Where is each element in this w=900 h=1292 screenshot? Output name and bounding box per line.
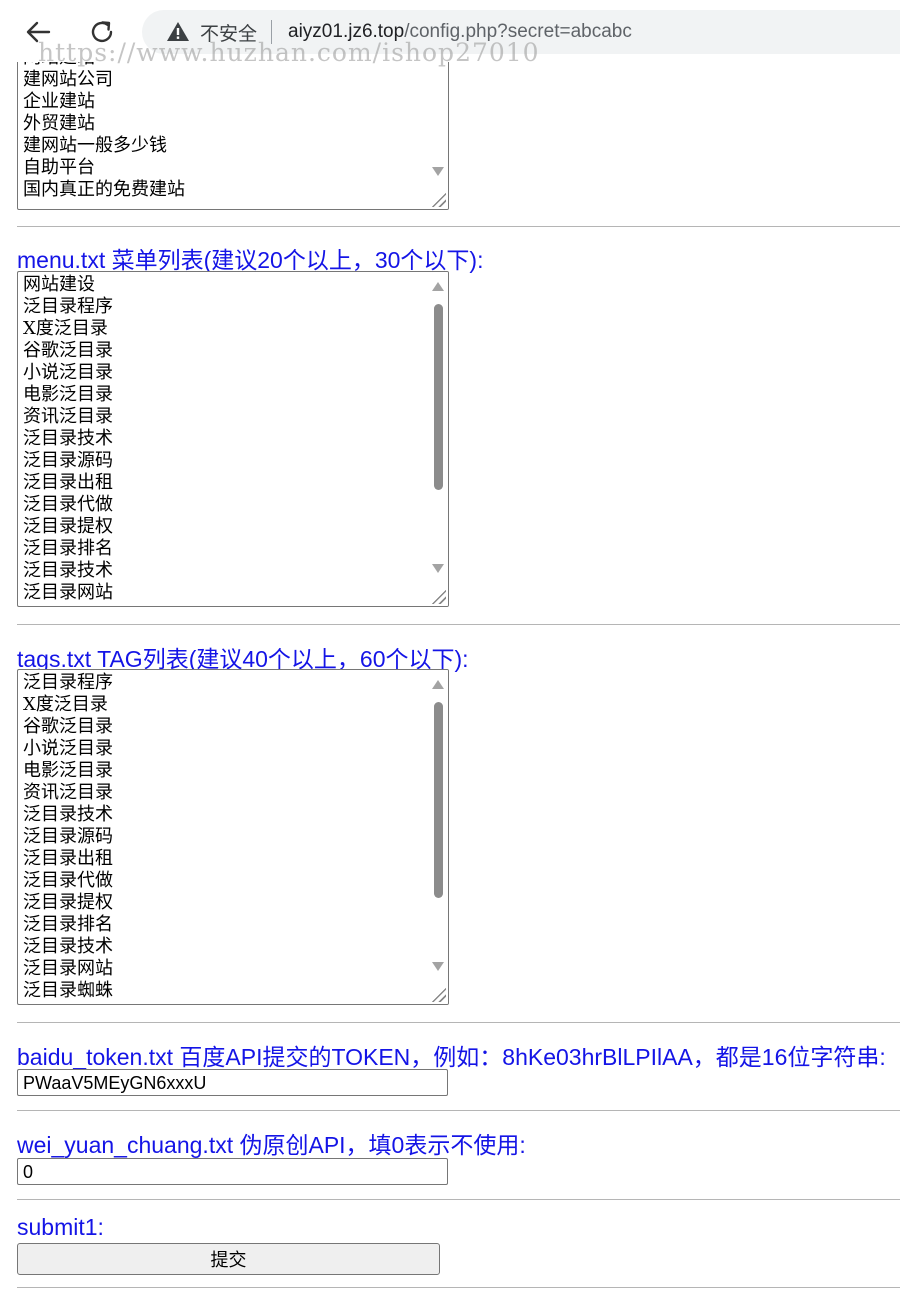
tags-textarea[interactable]: 泛目录程序 X度泛目录 谷歌泛目录 小说泛目录 电影泛目录 资讯泛目录 泛目录技术 泛目录源码… [17,669,449,1005]
textarea-line: 小说泛目录 [23,738,113,759]
scroll-up-arrow-icon[interactable] [432,282,444,291]
textarea-line: 国内真正的免费建站 [23,179,185,200]
menu-textarea[interactable]: 网站建设 泛目录程序 X度泛目录 谷歌泛目录 小说泛目录 电影泛目录 资讯泛目录 泛目录技术泛… [17,271,449,607]
textarea-line: 建网站一般多少钱 [23,135,167,156]
scroll-thumb[interactable] [434,702,443,898]
keywords-textarea[interactable]: 网站建站 建网站公司 企业建站 外贸建站 建网站一般多少钱 自助平台 国内真正的免费建站 [17,56,449,210]
textarea-line: 企业建站 [23,91,95,112]
divider [17,1110,900,1111]
textarea-line: 泛目录代做 [23,870,113,891]
textarea-line: 电影泛目录 [23,384,113,405]
watermark: https://www.huzhan.com/ishop27010 [38,38,540,67]
scroll-up-arrow-icon[interactable] [432,680,444,689]
textarea-line: 自助平台 [23,157,95,178]
textarea-line: 泛目录技术 [23,560,113,581]
textarea-line: 泛目录出租 [23,848,113,869]
textarea-line: 泛目录程序 [23,672,113,693]
textarea-line: 泛目录技术 [23,936,113,957]
textarea-line: 泛目录程序 [23,296,113,317]
textarea-line: 泛目录网站 [23,582,113,603]
textarea-line: 泛目录技术 [23,428,113,449]
textarea-line: 泛目录蜘蛛 [23,980,113,1001]
scroll-down-arrow-icon[interactable] [432,564,444,573]
textarea-line: 泛目录排名 [23,538,113,559]
baidu-token-label: baidu_token.txt 百度API提交的TOKEN，例如：8hKe03h… [17,1044,886,1070]
divider [17,1022,900,1023]
textarea-line: 泛目录代做 [23,494,113,515]
keywords-textarea-content: 网站建站 建网站公司 企业建站 外贸建站 建网站一般多少钱 自助平台 国内真正的免费建站 [23,57,426,201]
resize-handle-icon[interactable] [430,191,446,207]
divider [17,1287,900,1288]
browser-toolbar: 不安全 aiyz01.jz6.top/config.php?secret=abc… [0,0,900,67]
submit-button[interactable]: 提交 [17,1243,440,1275]
textarea-line: 谷歌泛目录 [23,340,113,361]
textarea-line: 建网站公司 [23,69,113,90]
divider [17,624,900,625]
scroll-down-arrow-icon[interactable] [432,962,444,971]
scroll-down-arrow-icon[interactable] [432,167,444,176]
submit-label: submit1: [17,1214,104,1240]
divider [17,1199,900,1200]
textarea-line: 泛目录提权 [23,892,113,913]
textarea-line: 资讯泛目录 [23,406,113,427]
wei-yuan-chuang-input[interactable]: 0 [17,1158,448,1185]
menu-textarea-scrollbar[interactable] [428,272,448,606]
divider [17,226,900,227]
textarea-line: 泛目录提权 [23,516,113,537]
menu-label: menu.txt 菜单列表(建议20个以上，30个以下): [17,247,484,273]
textarea-line: 网站建设 [23,274,95,295]
textarea-line: 资讯泛目录 [23,782,113,803]
textarea-line: 泛目录源码 [23,826,113,847]
textarea-line: 电影泛目录 [23,760,113,781]
textarea-line: X度泛目录 [23,694,108,715]
textarea-line: 谷歌泛目录 [23,716,113,737]
textarea-line: 小说泛目录 [23,362,113,383]
textarea-line: 泛目录出租 [23,472,113,493]
tags-textarea-content: 泛目录程序 X度泛目录 谷歌泛目录 小说泛目录 电影泛目录 资讯泛目录 泛目录技术 泛目录源码… [23,672,426,1002]
tags-textarea-scrollbar[interactable] [428,670,448,1004]
textarea-line: X度泛目录 [23,318,108,339]
baidu-token-input[interactable]: PWaaV5MEyGN6xxxU [17,1069,448,1096]
textarea-line: 泛目录技术 [23,804,113,825]
wei-yuan-chuang-label: wei_yuan_chuang.txt 伪原创API，填0表示不使用: [17,1132,526,1158]
textarea-line: 泛目录网站 [23,958,113,979]
scroll-thumb[interactable] [434,304,443,490]
textarea-line: 泛目录排名 [23,914,113,935]
textarea-line: 泛目录源码 [23,450,113,471]
resize-handle-icon[interactable] [430,986,446,1002]
keywords-textarea-scrollbar[interactable] [428,57,448,209]
menu-textarea-content: 网站建设 泛目录程序 X度泛目录 谷歌泛目录 小说泛目录 电影泛目录 资讯泛目录 泛目录技术泛… [23,274,426,604]
resize-handle-icon[interactable] [430,588,446,604]
textarea-line: 外贸建站 [23,113,95,134]
